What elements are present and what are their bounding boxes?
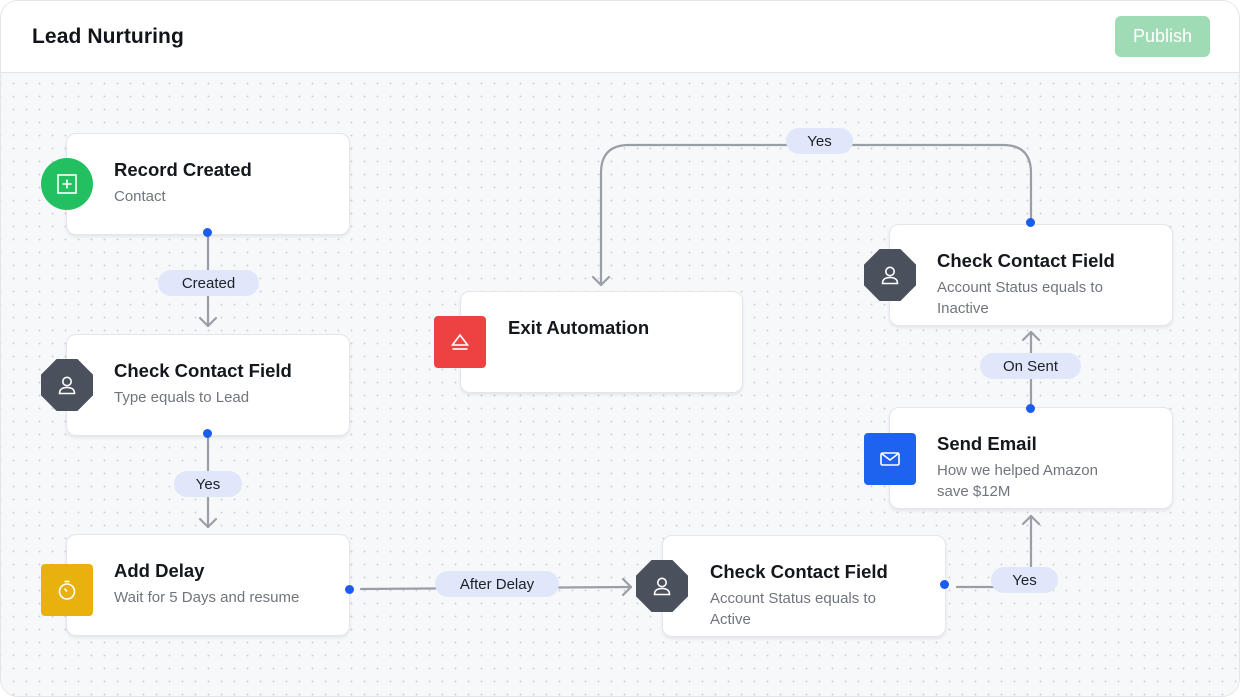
eject-icon: [434, 316, 486, 368]
edge-label-yes[interactable]: Yes: [174, 471, 242, 497]
node-check-type-lead[interactable]: Check Contact Field Type equals to Lead: [66, 334, 350, 436]
node-record-created[interactable]: Record Created Contact: [66, 133, 350, 235]
edge-label-on-sent[interactable]: On Sent: [980, 353, 1081, 379]
node-check-status-inactive[interactable]: Check Contact Field Account Status equal…: [889, 224, 1173, 326]
node-title: Check Contact Field: [114, 360, 292, 381]
node-subtitle: Account Status equals to Active: [710, 590, 876, 628]
output-port[interactable]: [203, 429, 212, 438]
node-subtitle: How we helped Amazon save $12M: [937, 462, 1098, 500]
publish-button[interactable]: Publish: [1115, 16, 1210, 57]
edge-label-created[interactable]: Created: [158, 270, 259, 296]
node-title: Exit Automation: [508, 317, 650, 338]
node-check-status-active[interactable]: Check Contact Field Account Status equal…: [662, 535, 946, 637]
header-bar: Lead Nurturing Publish: [1, 1, 1239, 73]
node-subtitle: Type equals to Lead: [114, 389, 250, 406]
automation-window: Lead Nurturing Publish Record Created Co…: [0, 0, 1240, 697]
input-port[interactable]: [1026, 404, 1035, 413]
node-title: Check Contact Field: [937, 250, 1115, 271]
node-send-email[interactable]: Send Email How we helped Amazon save $12…: [889, 407, 1173, 509]
node-add-delay[interactable]: Add Delay Wait for 5 Days and resume: [66, 534, 350, 636]
output-port[interactable]: [940, 580, 949, 589]
stopwatch-icon: [41, 564, 93, 616]
node-subtitle: Account Status equals to Inactive: [937, 279, 1103, 317]
node-title: Record Created: [114, 159, 252, 180]
node-subtitle: Contact: [114, 188, 166, 205]
node-title: Add Delay: [114, 560, 205, 581]
node-subtitle: Wait for 5 Days and resume: [114, 589, 300, 606]
mail-icon: [864, 433, 916, 485]
edge-label-yes[interactable]: Yes: [991, 567, 1058, 593]
output-port[interactable]: [203, 228, 212, 237]
output-port[interactable]: [345, 585, 354, 594]
edge-label-yes[interactable]: Yes: [786, 128, 853, 154]
node-title: Check Contact Field: [710, 561, 888, 582]
node-title: Send Email: [937, 433, 1037, 454]
page-title: Lead Nurturing: [32, 25, 184, 48]
output-port[interactable]: [1026, 218, 1035, 227]
plus-square-icon: [41, 158, 93, 210]
edge-label-after-delay[interactable]: After Delay: [435, 571, 559, 597]
node-exit-automation[interactable]: Exit Automation: [460, 291, 743, 393]
